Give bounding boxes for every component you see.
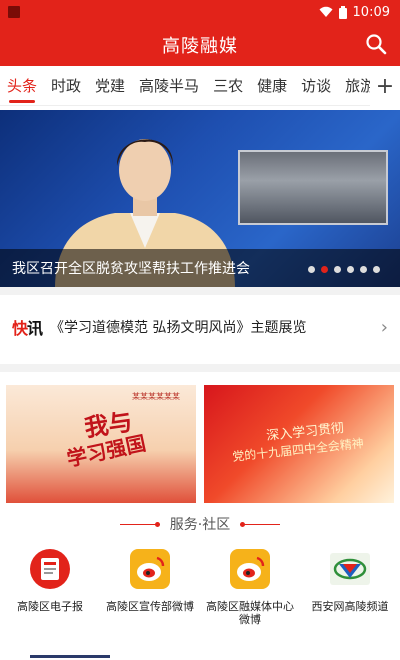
bottom-indicator (30, 655, 110, 658)
services-heading: 服务·社区 (169, 517, 231, 533)
service-label: 高陵区宣传部微博 (106, 600, 194, 613)
app-bar: 高陵融媒 (0, 24, 400, 66)
tab-gaoling-marathon[interactable]: 高陵半马 (132, 66, 206, 106)
divider (0, 287, 400, 295)
title-decoration (240, 521, 281, 527)
services-grid: 高陵区电子报 高陵区宣传部微博 高陵区融媒体中心微博 西安网高陵频道 (0, 542, 400, 632)
carousel-dot[interactable] (334, 266, 341, 273)
add-tab-icon[interactable]: + (370, 66, 400, 106)
poster-top-text: 某某某某某某 (132, 392, 180, 401)
meeting-inset-image (238, 150, 388, 225)
divider (0, 364, 400, 372)
service-label: 西安网高陵频道 (311, 600, 389, 613)
tab-sannong[interactable]: 三农 (206, 66, 250, 106)
wifi-icon (319, 6, 333, 17)
status-time: 10:09 (352, 4, 390, 20)
tab-dangjian[interactable]: 党建 (88, 66, 132, 106)
carousel-dot[interactable] (308, 266, 315, 273)
tab-toutiao[interactable]: 头条 (0, 66, 44, 106)
battery-icon (338, 5, 347, 19)
weibo-icon (129, 548, 171, 590)
search-icon[interactable] (364, 32, 388, 56)
service-propaganda-weibo[interactable]: 高陵区宣传部微博 (100, 542, 200, 632)
flash-news-text[interactable]: 《学习道德模范 弘扬文明风尚》主题展览 (50, 317, 381, 337)
poster-subheadline: 学习强国 (64, 430, 148, 472)
poster-row: 某某某某某某 我与 学习强国 深入学习贯彻 党的十九届四中全会精神 (6, 385, 394, 503)
carousel-dot[interactable] (373, 266, 380, 273)
notification-icon (8, 6, 20, 18)
xian-net-icon (329, 548, 371, 590)
flash-news-logo: 快讯 (12, 319, 43, 338)
service-media-center-weibo[interactable]: 高陵区融媒体中心微博 (200, 542, 300, 632)
service-label: 高陵区电子报 (17, 600, 83, 613)
category-tabs: 头条 时政 党建 高陵半马 三农 健康 访谈 旅游 + (0, 66, 400, 106)
carousel-dot-active[interactable] (321, 266, 328, 273)
title-decoration (119, 521, 160, 527)
weibo-icon (229, 548, 271, 590)
flash-news-bar[interactable]: 快讯 《学习道德模范 弘扬文明风尚》主题展览 › (0, 300, 400, 354)
services-section-title: 服务·社区 (0, 512, 400, 536)
carousel-indicator (308, 266, 380, 273)
carousel-dot[interactable] (360, 266, 367, 273)
tab-jiankang[interactable]: 健康 (250, 66, 294, 106)
service-xian-net[interactable]: 西安网高陵频道 (300, 542, 400, 632)
chevron-right-icon[interactable]: › (381, 317, 388, 338)
newspaper-icon (29, 548, 71, 590)
app-title: 高陵融媒 (162, 36, 238, 57)
poster-xuexi-qiangguo[interactable]: 某某某某某某 我与 学习强国 (6, 385, 196, 503)
status-bar: 10:09 (0, 0, 400, 24)
tab-fangtan[interactable]: 访谈 (294, 66, 338, 106)
banner-caption: 我区召开全区脱贫攻坚帮扶工作推进会 (12, 261, 250, 277)
poster-plenary-session[interactable]: 深入学习贯彻 党的十九届四中全会精神 (204, 385, 394, 503)
service-e-newspaper[interactable]: 高陵区电子报 (0, 542, 100, 632)
carousel-dot[interactable] (347, 266, 354, 273)
tab-shizheng[interactable]: 时政 (44, 66, 88, 106)
news-carousel[interactable]: 我区召开全区脱贫攻坚帮扶工作推进会 (0, 110, 400, 287)
service-label: 高陵区融媒体中心微博 (206, 600, 294, 626)
